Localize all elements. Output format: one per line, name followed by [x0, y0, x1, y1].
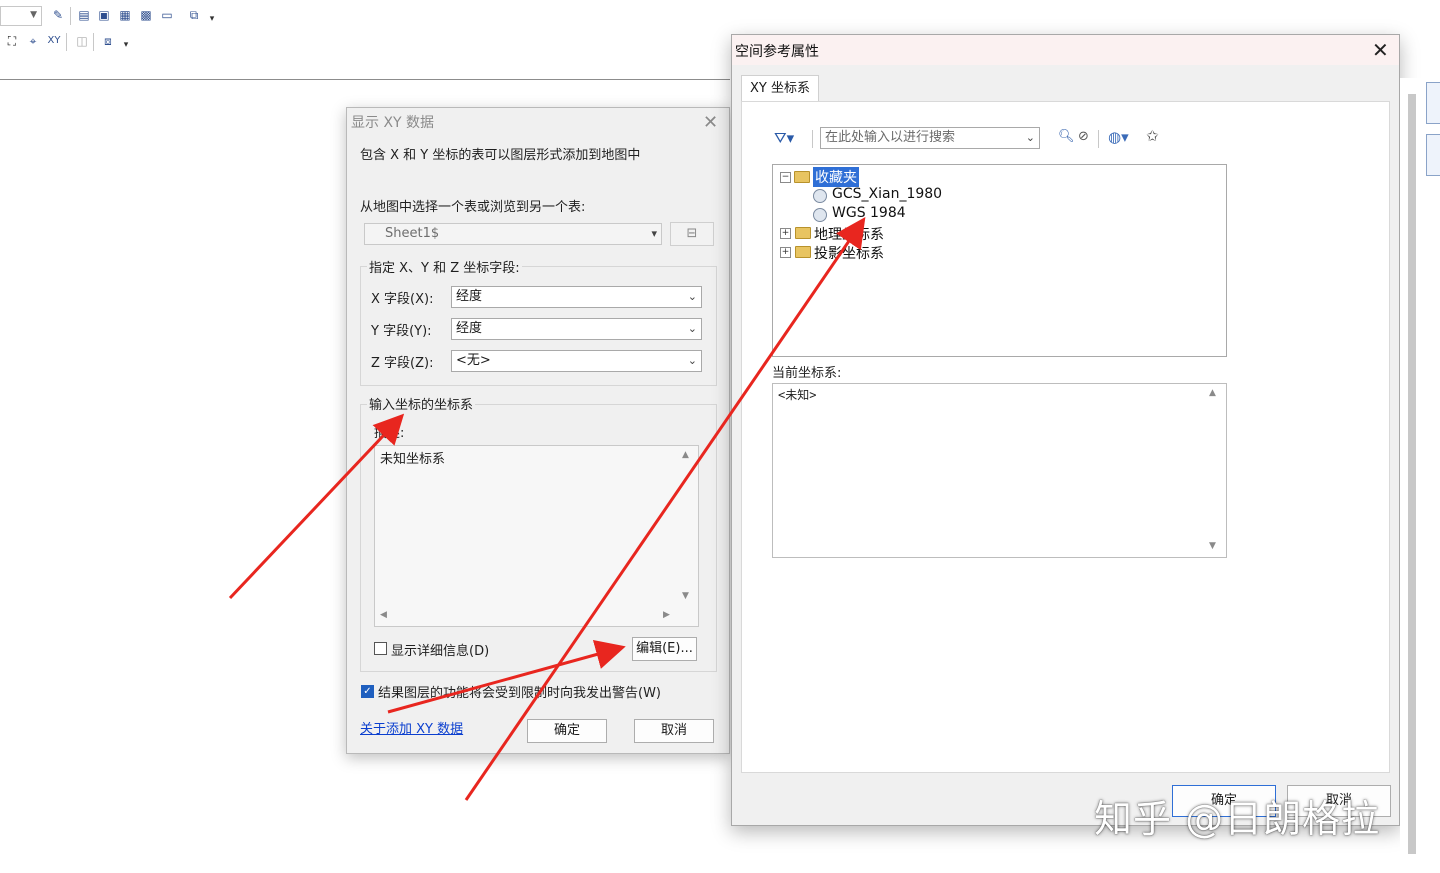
- annotation-arrow: [387, 639, 626, 714]
- annotation-arrow: [464, 217, 866, 801]
- annotation-overlay: [228, 217, 866, 801]
- watermark: 知乎 @日朗格拉: [1094, 797, 1381, 841]
- annotation-arrow: [228, 413, 405, 600]
